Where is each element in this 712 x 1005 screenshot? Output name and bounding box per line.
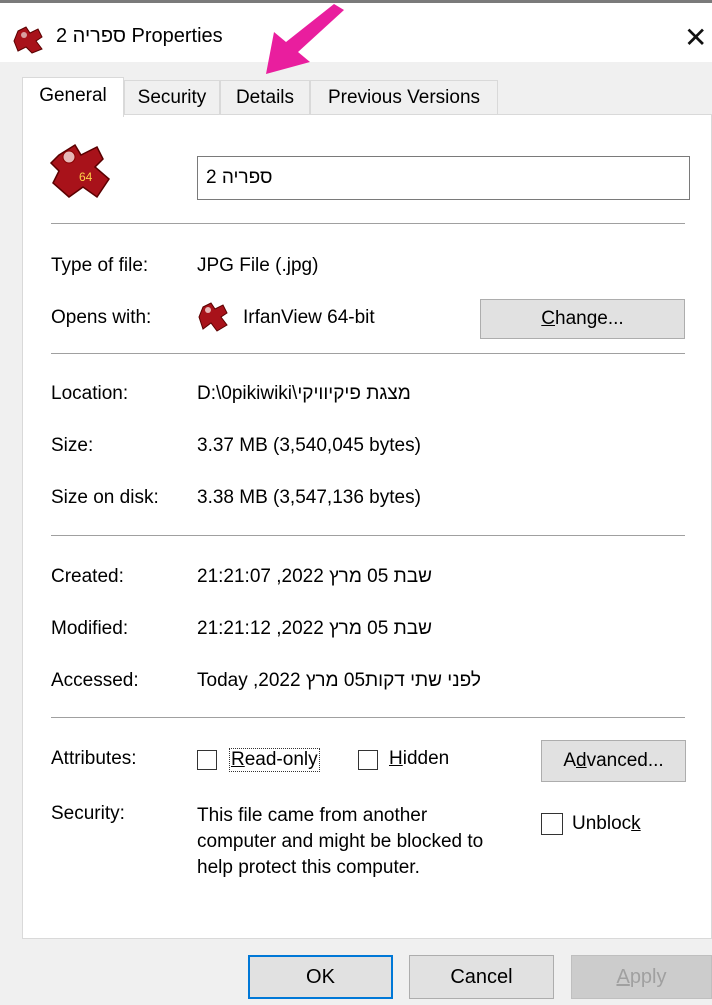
apply-button[interactable]: Apply	[571, 955, 712, 999]
modified-label: Modified:	[51, 618, 129, 639]
tab-details[interactable]: Details	[220, 80, 310, 114]
cancel-button[interactable]: Cancel	[409, 955, 554, 999]
advanced-button[interactable]: Advanced...	[541, 740, 686, 782]
size-label: Size:	[51, 435, 94, 456]
file-type-icon: 64	[49, 143, 110, 199]
size-value: 3.37 MB (3,540,045 bytes)	[197, 435, 421, 456]
created-value: שבת 05 מרץ 2022, 21:21:07	[197, 566, 432, 587]
apply-button-mnemonic: A	[616, 966, 630, 988]
security-warning-text: This file came from another computer and…	[197, 803, 483, 881]
unblock-label[interactable]: Unblock	[572, 813, 641, 835]
hidden-label-rest: idden	[402, 748, 450, 769]
tab-previous-versions[interactable]: Previous Versions	[310, 80, 498, 114]
cancel-button-label: Cancel	[450, 966, 513, 988]
change-button-label-rest: hange...	[555, 308, 624, 329]
read-only-mnemonic: R	[231, 749, 245, 770]
created-label: Created:	[51, 566, 124, 587]
accessed-value: Today ,2022 לפני שתי דקות05 מרץ	[197, 670, 481, 691]
unblock-label-text: Unbloc	[572, 813, 632, 834]
tab-details-label: Details	[235, 87, 295, 108]
tab-security-label: Security	[137, 87, 207, 108]
security-text-line: help protect this computer.	[197, 857, 420, 878]
separator	[51, 353, 685, 354]
file-name-input[interactable]	[197, 156, 690, 200]
security-label: Security:	[51, 803, 125, 824]
change-button-mnemonic: C	[541, 308, 556, 329]
irfanview-app-icon	[198, 302, 228, 332]
title-bar: ספריה 2 Properties ✕	[0, 0, 712, 62]
irfanview-icon	[13, 26, 43, 54]
change-button[interactable]: Change...	[480, 299, 685, 339]
apply-button-label: pply	[629, 966, 667, 988]
accessed-label: Accessed:	[51, 670, 139, 691]
read-only-checkbox[interactable]	[197, 750, 217, 770]
advanced-button-label-rest: vanced...	[586, 750, 664, 771]
hidden-checkbox[interactable]	[358, 750, 378, 770]
attributes-label: Attributes:	[51, 748, 137, 769]
hidden-label[interactable]: Hidden	[389, 748, 449, 770]
separator	[51, 717, 685, 718]
advanced-button-mnemonic: d	[576, 750, 587, 771]
hidden-mnemonic: H	[389, 748, 403, 769]
separator	[51, 223, 685, 224]
tab-security[interactable]: Security	[124, 80, 220, 114]
tab-previous-versions-label: Previous Versions	[327, 87, 481, 108]
security-text-line: computer and might be blocked to	[197, 831, 484, 852]
tab-general[interactable]: General	[22, 77, 124, 117]
tab-general-label: General	[39, 85, 107, 106]
location-label: Location:	[51, 383, 129, 404]
ok-button[interactable]: OK	[248, 955, 393, 999]
read-only-label-rest: ead-only	[244, 749, 318, 770]
annotation-arrow-icon	[266, 4, 344, 74]
general-panel: 64 Type of file: JPG File (.jpg) Opens w…	[22, 114, 712, 939]
size-on-disk-value: 3.38 MB (3,547,136 bytes)	[197, 487, 421, 508]
location-value: D:\0pikiwiki\מצגת פיקיוויקי	[197, 383, 411, 404]
opens-with-value: IrfanView 64-bit	[243, 307, 375, 328]
advanced-button-label: A	[563, 750, 576, 771]
unblock-mnemonic: k	[631, 813, 641, 834]
opens-with-label: Opens with:	[51, 307, 152, 328]
ok-button-label: OK	[306, 966, 335, 988]
size-on-disk-label: Size on disk:	[51, 487, 159, 508]
unblock-checkbox[interactable]	[541, 813, 563, 835]
separator	[51, 535, 685, 536]
file-icon-badge: 64	[79, 170, 93, 184]
modified-value: שבת 05 מרץ 2022, 21:21:12	[197, 618, 432, 639]
security-text-line: This file came from another	[197, 805, 428, 826]
type-of-file-value: JPG File (.jpg)	[197, 255, 319, 276]
type-of-file-label: Type of file:	[51, 255, 149, 276]
close-icon[interactable]: ✕	[684, 21, 707, 54]
window-title: ספריה 2 Properties	[56, 25, 223, 47]
read-only-label[interactable]: Read-only	[229, 748, 320, 772]
